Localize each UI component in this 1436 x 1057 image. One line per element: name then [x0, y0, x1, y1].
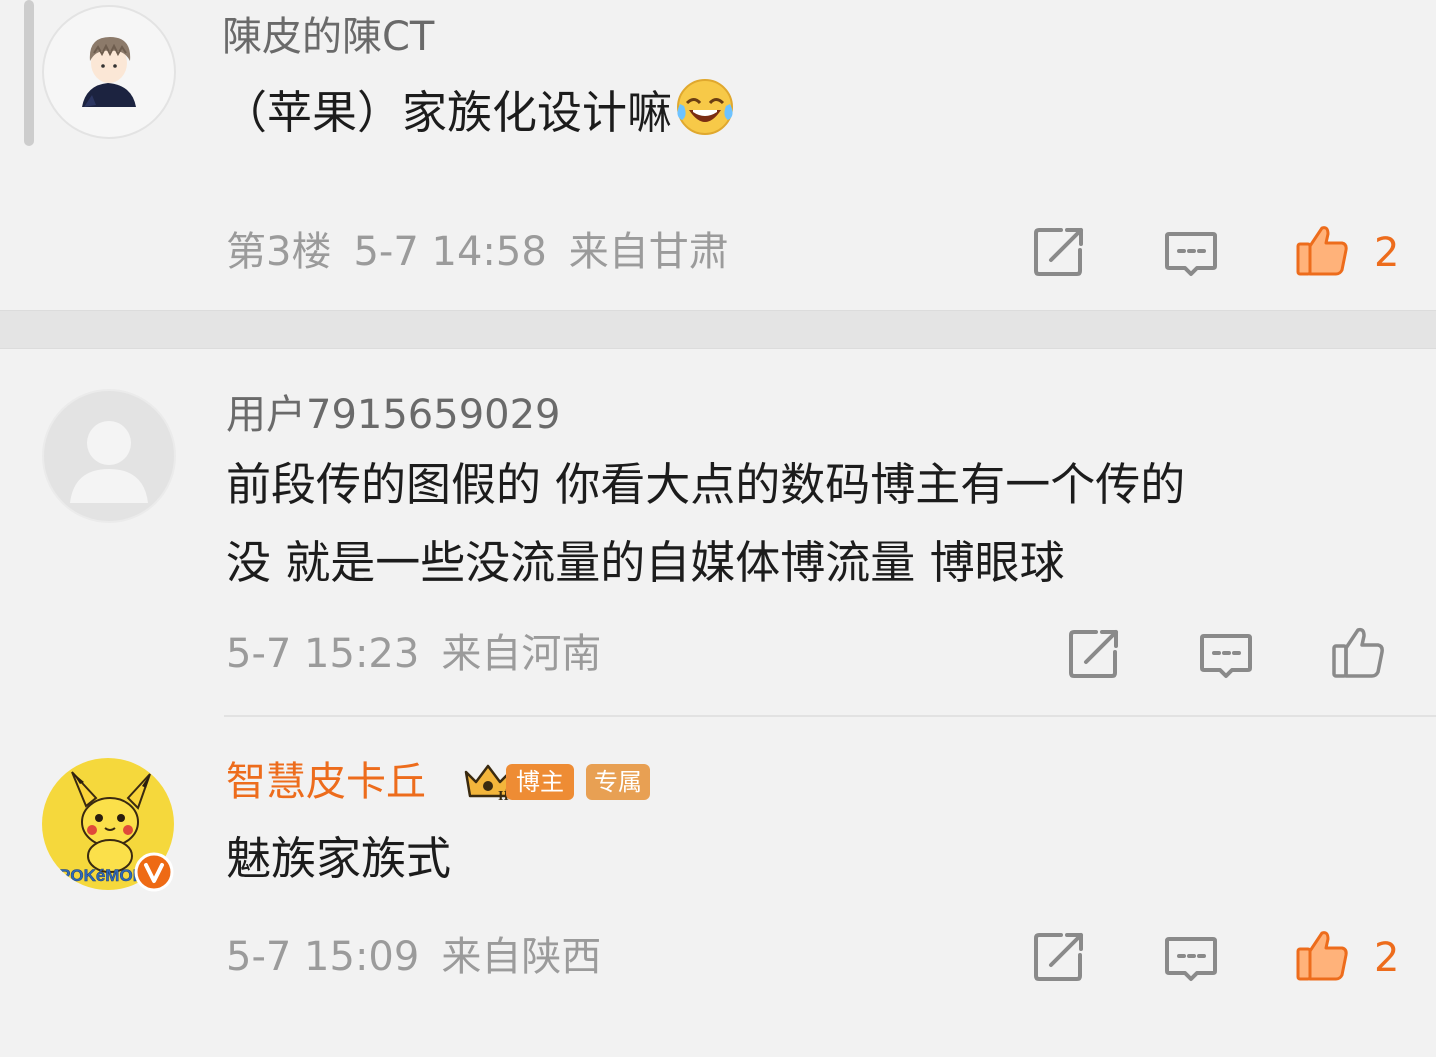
comment-text-body: （苹果）家族化设计嘛 — [222, 86, 673, 139]
quote-bar — [24, 0, 34, 146]
comment-location: 来自陕西 — [441, 934, 602, 980]
section-separator — [0, 310, 1436, 349]
comment-text-line: 没 就是一些没流量的自媒体博流量 博眼球 — [226, 536, 1065, 589]
comment-meta: 第3楼 5-7 14:58 来自甘肃 — [226, 232, 751, 272]
like-icon[interactable] — [1294, 222, 1350, 278]
like-count: 2 — [1374, 935, 1400, 981]
like-icon[interactable] — [1294, 927, 1350, 983]
comment-divider — [224, 715, 1436, 717]
share-icon[interactable] — [1066, 626, 1122, 682]
comment-time: 5-7 15:23 — [226, 631, 420, 677]
avatar-logo-text: POKéMON — [59, 866, 145, 885]
comment-icon[interactable] — [1163, 226, 1219, 282]
comment-meta: 5-7 15:23 来自河南 — [226, 634, 623, 674]
comment-text: （苹果）家族化设计嘛 — [222, 74, 736, 152]
comment-text-line: 前段传的图假的 你看大点的数码博主有一个传的 — [226, 458, 1186, 511]
like-count: 2 — [1374, 230, 1400, 276]
floor-number: 第3楼 — [226, 229, 332, 275]
share-icon[interactable] — [1031, 929, 1087, 985]
share-icon[interactable] — [1031, 224, 1087, 280]
exclusive-badge[interactable]: 专属 — [586, 764, 650, 800]
comment-location: 来自河南 — [441, 631, 602, 677]
comment-username[interactable]: 智慧皮卡丘 — [226, 762, 426, 802]
comment-username[interactable]: 用户7915659029 — [226, 395, 561, 435]
default-avatar-icon — [70, 421, 148, 503]
like-icon[interactable] — [1330, 624, 1386, 680]
comment-icon[interactable] — [1198, 628, 1254, 684]
avatar[interactable] — [42, 389, 176, 523]
blogger-level-badge: II 博主 — [462, 760, 574, 802]
avatar-illustration — [82, 37, 136, 107]
comment-time: 5-7 15:09 — [226, 934, 420, 980]
comment-text: 前段传的图假的 你看大点的数码博主有一个传的 没 就是一些没流量的自媒体博流量 … — [226, 446, 1185, 602]
blogger-badge: 博主 — [506, 764, 574, 800]
comment-time: 5-7 14:58 — [353, 229, 547, 275]
comment-meta: 5-7 15:09 来自陕西 — [226, 937, 623, 977]
comment-username[interactable]: 陳皮的陳CT — [222, 17, 434, 57]
avatar[interactable] — [42, 5, 176, 139]
comment-text: 魅族家族式 — [226, 832, 452, 885]
comment-location: 来自甘肃 — [568, 229, 729, 275]
laugh-cry-emoji-icon — [677, 79, 734, 135]
comment-icon[interactable] — [1163, 931, 1219, 987]
verified-badge-icon — [134, 852, 174, 892]
